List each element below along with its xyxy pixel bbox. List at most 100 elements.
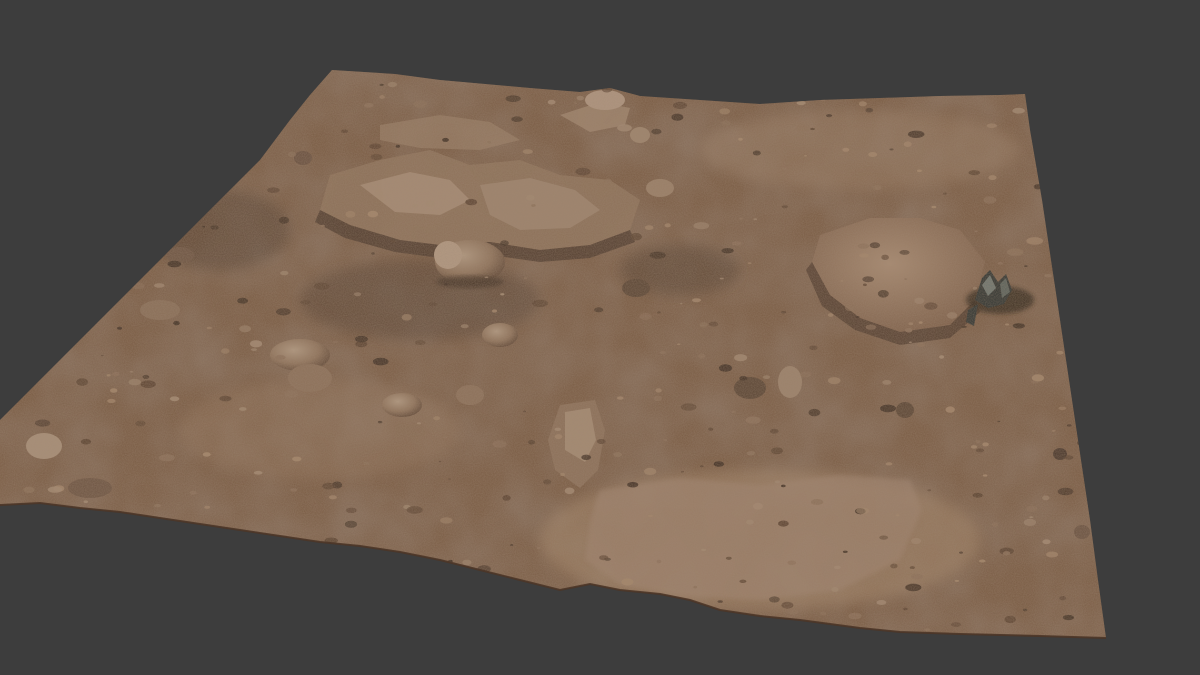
pebble [670,78,683,86]
pebble [94,167,104,172]
pebble [651,84,661,90]
pebble [164,135,169,139]
pebble [1084,139,1090,143]
pebble [337,578,345,584]
pebble [252,560,260,564]
pebble [539,77,550,84]
pebble [814,88,830,96]
pebble [197,166,203,170]
pebble [402,629,407,633]
pebble [80,202,96,211]
pebble [682,86,696,93]
pebble [624,602,640,610]
pebble [1055,134,1062,138]
pebble [34,360,43,364]
soil-grain [0,70,1106,638]
pebble [235,147,242,151]
pebble [215,162,226,168]
pebble [64,521,68,524]
pebble [63,182,68,185]
pebble [773,88,778,91]
pebble [242,606,251,612]
pebble [106,553,118,561]
pebble [1070,96,1078,100]
pebble [37,241,45,247]
pebble [56,517,62,520]
pebble [209,126,218,130]
pebble [21,370,25,373]
pebble [802,630,807,632]
pebble [1065,338,1076,345]
pebble [461,575,471,582]
pebble [115,555,122,559]
pebble [92,154,100,158]
pebble [424,603,435,609]
pebble [142,162,156,170]
pebble [315,552,320,555]
pebble [204,159,209,162]
pebble [200,571,213,578]
pebble [840,83,856,91]
pebble [96,192,106,198]
pebble [502,611,510,616]
3d-viewport[interactable] [0,0,1200,675]
pebble [68,629,78,635]
pebble [419,592,425,596]
pebble [1092,170,1106,178]
pebble [1013,83,1025,91]
pebble [350,610,355,613]
pebble [25,250,36,255]
pebble [217,599,226,605]
pebble [161,94,176,101]
pebble [98,524,108,529]
pebble [923,87,932,93]
pebble [494,616,504,624]
pebble [769,100,775,104]
pebble [117,180,121,183]
pebble [22,88,27,91]
pebble [417,562,421,564]
pebble [351,560,358,564]
pebble [139,560,151,567]
pebble [653,615,664,622]
pebble [102,145,111,150]
pebble [126,77,142,85]
pebble [604,632,616,638]
pebble [31,154,37,158]
terrain-mesh [0,70,1106,638]
pebble [331,611,346,618]
pebble [136,98,144,102]
pebble [254,91,270,99]
pebble [145,579,149,582]
pebble [17,152,27,157]
pebble [80,80,87,84]
pebble [23,257,36,264]
pebble [636,607,640,609]
pebble [172,543,176,546]
pebble [98,571,105,575]
pebble [362,557,376,564]
pebble [418,580,433,587]
pebble [90,297,102,304]
pebble [540,592,545,594]
pebble [213,94,230,102]
pebble [1090,394,1099,401]
pebble [1072,202,1081,208]
pebble [848,96,854,99]
pebble [967,81,980,87]
pebble [133,270,139,273]
pebble [81,571,85,574]
pebble [67,278,76,284]
pebble [148,546,152,549]
pebble [133,523,146,531]
pebble [238,617,244,620]
pebble [704,608,717,615]
pebble [269,615,279,622]
pebble [106,114,118,120]
pebble [58,514,64,517]
pebble [469,570,474,572]
pebble [430,561,435,564]
pebble [145,146,158,153]
terrain-scene[interactable] [0,0,1200,675]
pebble [111,602,115,605]
